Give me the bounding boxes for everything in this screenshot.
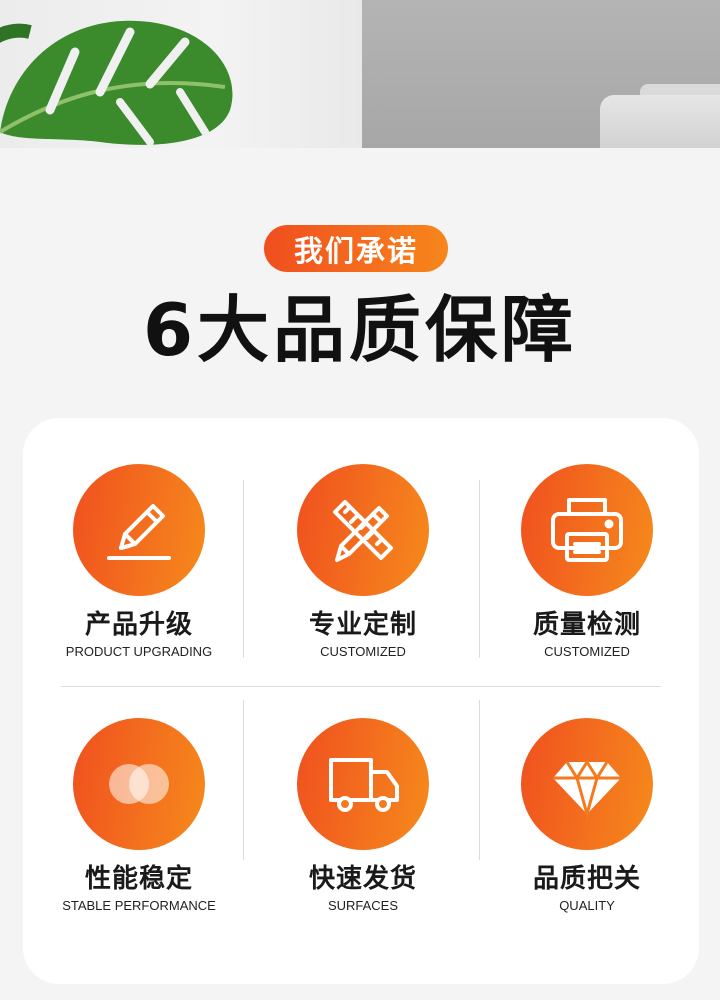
feature-icon-circle	[73, 464, 205, 596]
feature-title: 性能稳定	[84, 864, 193, 894]
feature-title: 质量检测	[532, 610, 641, 640]
feature-title: 快速发货	[308, 864, 417, 894]
feature-subtitle: CUSTOMIZED	[320, 644, 406, 659]
feature-subtitle: CUSTOMIZED	[544, 644, 630, 659]
feature-customized: 专业定制 CUSTOMIZED	[251, 464, 475, 660]
pencil-icon	[107, 504, 171, 560]
feature-icon-circle	[521, 464, 653, 596]
monstera-leaf-icon	[0, 20, 233, 146]
feature-icon-circle	[521, 718, 653, 850]
promise-pill: 我们承诺	[264, 225, 448, 272]
feature-subtitle: SURFACES	[327, 898, 399, 913]
truck-icon	[329, 758, 399, 812]
printer-icon	[551, 498, 623, 562]
feature-icon-circle	[73, 718, 205, 850]
feature-title: 品质把关	[532, 864, 641, 894]
page-title: 6大品质保障	[142, 288, 578, 372]
feature-icon-circle	[297, 464, 429, 596]
banner-ledge	[600, 95, 720, 148]
diamond-icon	[553, 759, 621, 820]
feature-title: 专业定制	[308, 610, 417, 640]
hero-banner	[0, 0, 720, 148]
feature-subtitle: PRODUCT UPGRADING	[65, 644, 213, 659]
feature-fast-shipping: 快速发货 SURFACES	[251, 718, 475, 914]
divider-horizontal	[61, 686, 661, 687]
feature-product-upgrading: 产品升级 PRODUCT UPGRADING	[27, 464, 251, 660]
feature-icon-circle	[297, 718, 429, 850]
feature-title: 产品升级	[84, 610, 193, 640]
pencil-ruler-icon	[333, 500, 393, 562]
feature-subtitle: STABLE PERFORMANCE	[62, 898, 216, 913]
feature-stable-performance: 性能稳定 STABLE PERFORMANCE	[27, 718, 251, 914]
features-card: 产品升级 PRODUCT UPGRADING 专业定制 CUSTOMIZED 质…	[23, 418, 699, 984]
overlapping-circles-icon	[109, 764, 169, 804]
feature-quality-control: 品质把关 QUALITY	[475, 718, 699, 914]
feature-subtitle: QUALITY	[559, 898, 615, 913]
feature-quality-inspection: 质量检测 CUSTOMIZED	[475, 464, 699, 660]
